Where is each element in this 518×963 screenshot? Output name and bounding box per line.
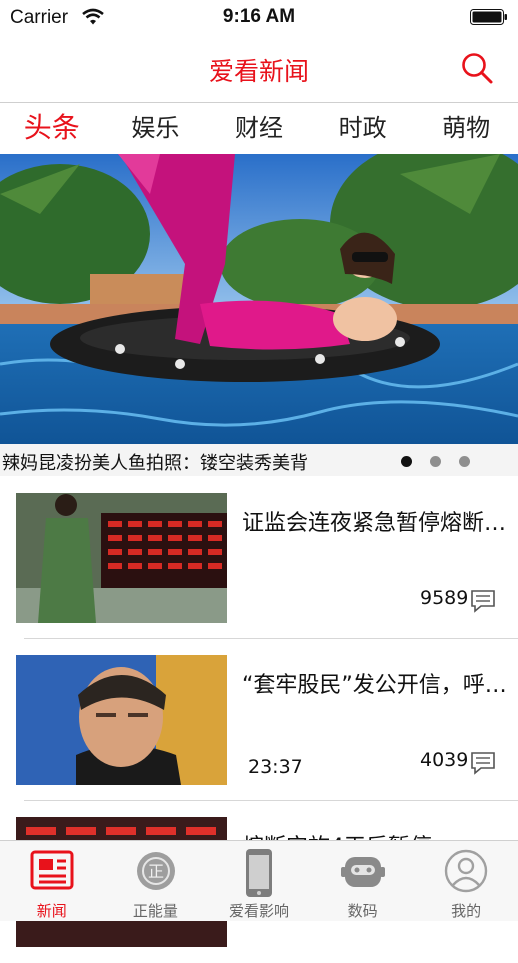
news-title[interactable]: “套牢股民”发公开信，呼吁肖钢下台 — [242, 667, 512, 699]
bottom-tab-bar: 新闻 正 正能量 爱看影响 数码 我的 — [0, 840, 518, 921]
news-thumbnail[interactable] — [16, 493, 227, 623]
comment-icon[interactable] — [470, 589, 496, 613]
comment-count: 4039 — [420, 749, 469, 771]
tab-entertainment[interactable]: 娱乐 — [104, 103, 208, 153]
tab-finance[interactable]: 财经 — [207, 103, 311, 153]
tabbar-label: 我的 — [451, 902, 482, 920]
robot-icon — [340, 857, 385, 887]
status-time: 9:16 AM — [222, 6, 296, 27]
page-dot-2[interactable] — [430, 456, 441, 467]
tabbar-profile[interactable]: 我的 — [414, 841, 518, 921]
tabbar-label: 新闻 — [36, 902, 67, 920]
badge-icon: 正 — [136, 852, 175, 890]
tabbar-digital[interactable]: 数码 — [311, 841, 415, 921]
tabbar-label: 数码 — [347, 902, 378, 920]
tabbar-label: 正能量 — [132, 902, 178, 920]
banner-carousel[interactable]: 辣妈昆凌扮美人鱼拍照：镂空装秀美背 — [0, 154, 518, 476]
tabbar-influence[interactable]: 爱看影响 — [207, 841, 311, 921]
comment-icon[interactable] — [470, 751, 496, 775]
tab-headlines[interactable]: 头条 — [0, 103, 104, 153]
banner-image[interactable] — [0, 154, 518, 476]
search-icon[interactable] — [460, 51, 494, 85]
phone-icon — [246, 849, 273, 897]
banner-caption-bar: 辣妈昆凌扮美人鱼拍照：镂空装秀美背 — [0, 444, 518, 476]
tab-pets[interactable]: 萌物 — [414, 103, 518, 153]
page-indicator[interactable] — [401, 456, 470, 467]
tabbar-energy[interactable]: 正 正能量 — [104, 841, 208, 921]
page-dot-1[interactable] — [401, 456, 412, 467]
status-bar: Carrier 9:16 AM — [0, 0, 518, 34]
banner-caption[interactable]: 辣妈昆凌扮美人鱼拍照：镂空装秀美背 — [2, 449, 308, 475]
tab-politics[interactable]: 时政 — [311, 103, 415, 153]
news-title[interactable]: 证监会连夜紧急暂停熔断机制 — [242, 505, 512, 537]
profile-icon — [445, 849, 488, 893]
category-tabs: 头条 娱乐 财经 时政 萌物 — [0, 103, 518, 153]
tabbar-news[interactable]: 新闻 — [0, 841, 104, 921]
news-thumbnail[interactable] — [16, 655, 227, 785]
news-item[interactable]: “套牢股民”发公开信，呼吁肖钢下台 23:37 4039 — [0, 639, 518, 801]
comment-count: 9589 — [420, 587, 469, 609]
news-time: 23:37 — [248, 756, 303, 778]
battery-icon — [470, 9, 507, 25]
tabbar-label: 爱看影响 — [228, 902, 289, 920]
nav-bar: 爱看新闻 — [0, 34, 518, 103]
page-dot-3[interactable] — [459, 456, 470, 467]
svg-text:正: 正 — [148, 862, 164, 881]
page-title: 爱看新闻 — [208, 57, 309, 86]
newspaper-icon — [30, 850, 74, 890]
news-item[interactable]: 证监会连夜紧急暂停熔断机制 9589 — [0, 477, 518, 639]
